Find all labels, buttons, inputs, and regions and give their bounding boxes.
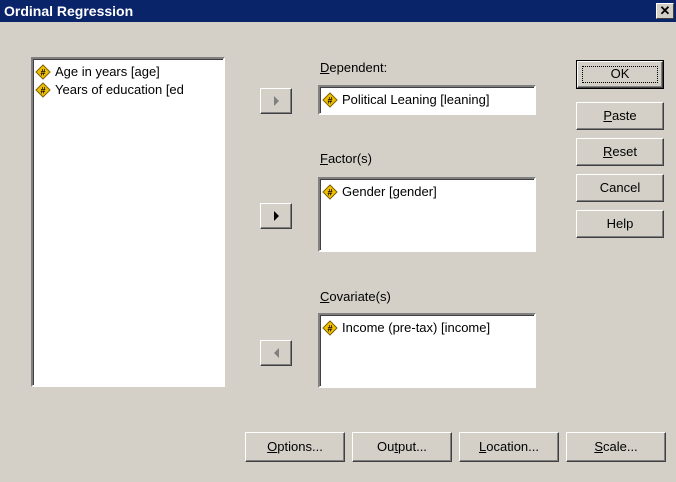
arrow-right-icon: [274, 211, 279, 221]
scale-variable-icon: #: [35, 81, 51, 98]
list-item-label: Age in years [age]: [55, 64, 160, 79]
dependent-move-button[interactable]: [260, 88, 292, 114]
scale-button[interactable]: Scale...: [566, 432, 666, 462]
factors-list[interactable]: # Gender [gender]: [318, 177, 536, 252]
ok-button[interactable]: OK: [576, 60, 664, 89]
output-button[interactable]: Output...: [352, 432, 452, 462]
dependent-value: Political Leaning [leaning]: [342, 92, 490, 107]
svg-text:#: #: [40, 85, 45, 95]
close-icon: ✕: [659, 3, 671, 18]
cancel-button[interactable]: Cancel: [576, 174, 664, 202]
covariates-move-button[interactable]: [260, 340, 292, 366]
location-button[interactable]: Location...: [459, 432, 559, 462]
svg-text:#: #: [327, 323, 332, 333]
dependent-field[interactable]: # Political Leaning [leaning]: [318, 85, 536, 115]
list-item[interactable]: # Age in years [age]: [33, 63, 223, 81]
arrow-right-icon: [274, 96, 279, 106]
covariates-list[interactable]: # Income (pre-tax) [income]: [318, 313, 536, 388]
scale-variable-icon: #: [322, 319, 338, 336]
dependent-item: # Political Leaning [leaning]: [320, 91, 534, 109]
list-item-label: Gender [gender]: [342, 184, 437, 199]
list-item-label: Income (pre-tax) [income]: [342, 320, 491, 335]
scale-variable-icon: #: [322, 183, 338, 200]
reset-button[interactable]: Reset: [576, 138, 664, 166]
list-item-label: Years of education [ed: [55, 82, 184, 97]
ordinal-regression-dialog: Ordinal Regression ✕ # Age in years [age…: [0, 0, 676, 482]
factors-label: Factor(s): [320, 151, 373, 166]
list-item[interactable]: # Years of education [ed: [33, 81, 223, 99]
factors-move-button[interactable]: [260, 203, 292, 229]
scale-variable-icon: #: [35, 63, 51, 80]
list-item[interactable]: # Income (pre-tax) [income]: [320, 319, 534, 337]
paste-button[interactable]: Paste: [576, 102, 664, 130]
scale-variable-icon: #: [322, 91, 338, 108]
covariates-label: Covariate(s): [320, 289, 391, 304]
close-button[interactable]: ✕: [656, 3, 674, 19]
options-button[interactable]: Options...: [245, 432, 345, 462]
window-title: Ordinal Regression: [4, 3, 134, 19]
svg-text:#: #: [327, 187, 332, 197]
help-button[interactable]: Help: [576, 210, 664, 238]
list-item[interactable]: # Gender [gender]: [320, 183, 534, 201]
arrow-left-icon: [274, 348, 279, 358]
title-bar: Ordinal Regression ✕: [0, 0, 676, 22]
svg-text:#: #: [40, 67, 45, 77]
dependent-label: Dependent:: [320, 60, 388, 75]
source-variable-list[interactable]: # Age in years [age] # Years of educatio…: [31, 57, 225, 387]
svg-text:#: #: [327, 95, 332, 105]
